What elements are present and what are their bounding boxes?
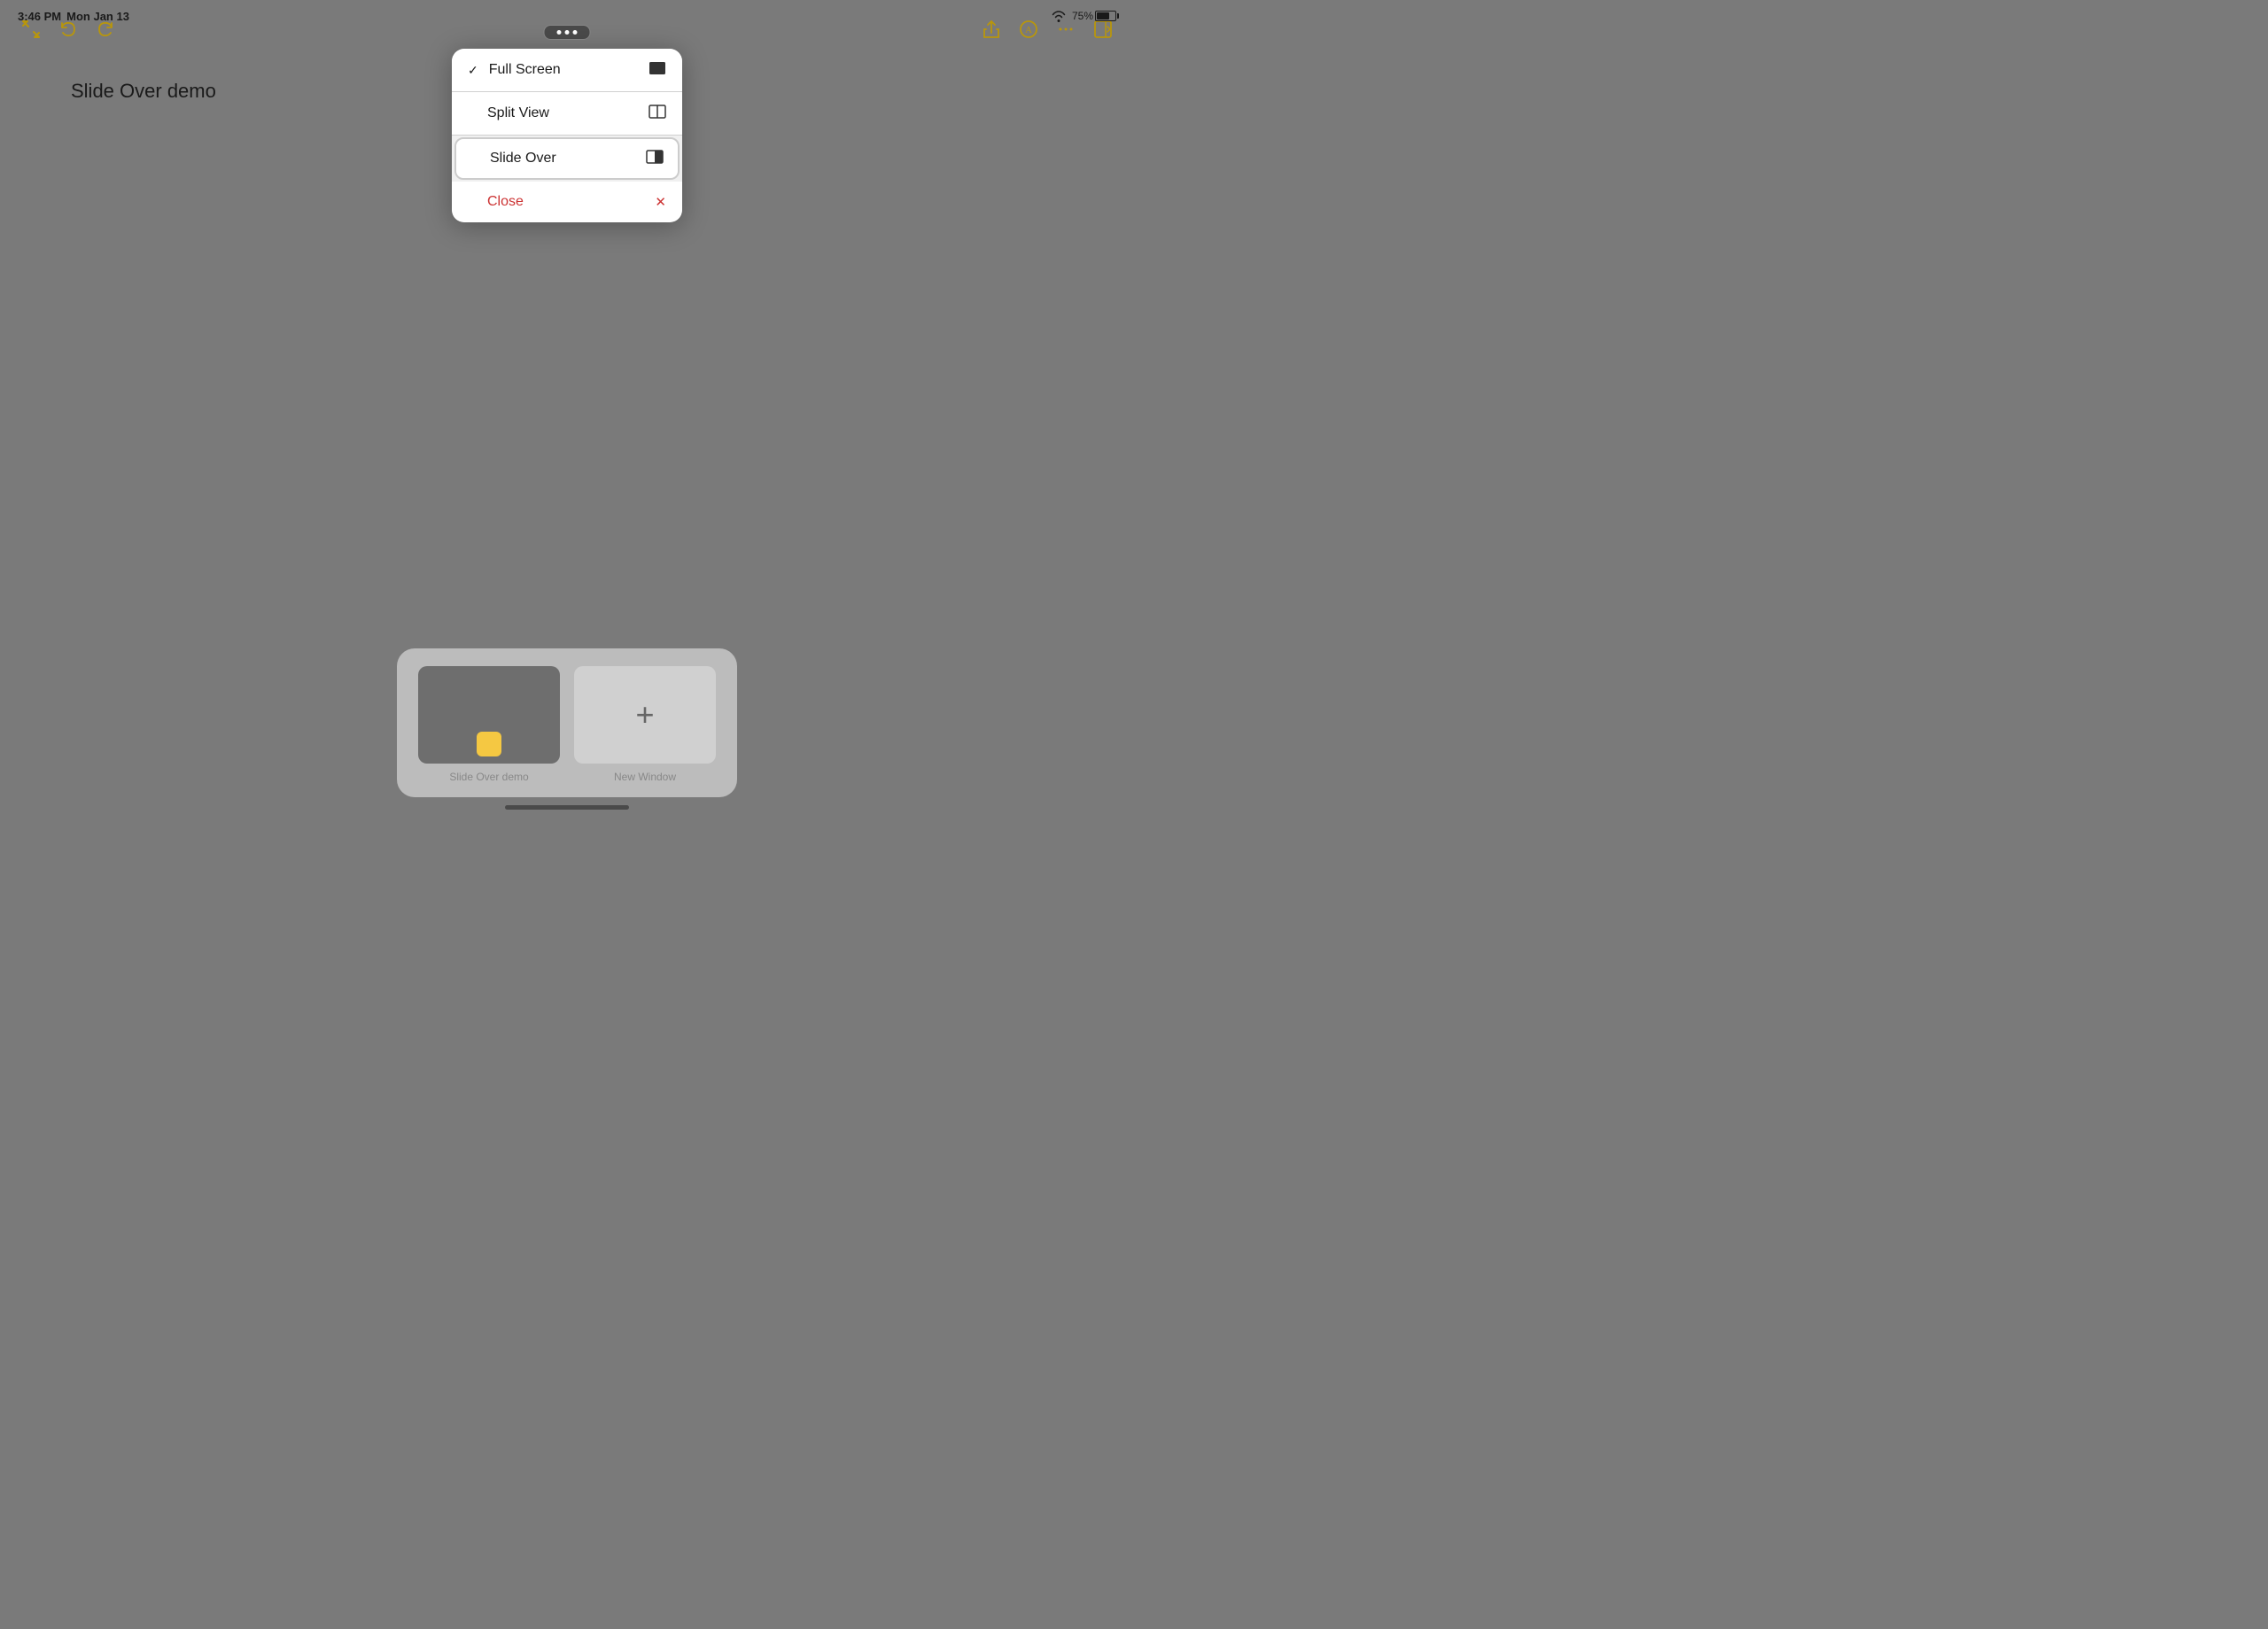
status-left: 3:46 PM Mon Jan 13 bbox=[18, 10, 129, 23]
checkmark-icon: ✓ bbox=[468, 63, 478, 78]
plus-icon: + bbox=[635, 696, 654, 733]
full-screen-icon bbox=[649, 61, 666, 79]
menu-item-split-view-left: Split View bbox=[468, 105, 549, 121]
split-view-label: Split View bbox=[487, 105, 549, 121]
battery-display: 75% bbox=[1072, 10, 1116, 22]
window-new-button[interactable]: + bbox=[574, 666, 716, 764]
status-right: 75% bbox=[1051, 10, 1116, 22]
dropdown-menu: ✓ Full Screen Split View Slide Over bbox=[452, 49, 682, 222]
note-title: Slide Over demo bbox=[71, 80, 216, 103]
slide-over-icon bbox=[646, 150, 664, 167]
menu-item-close-left: Close bbox=[468, 194, 524, 210]
battery-icon bbox=[1095, 11, 1116, 21]
battery-fill bbox=[1097, 12, 1109, 19]
battery-percent: 75% bbox=[1072, 10, 1093, 22]
wifi-icon bbox=[1051, 10, 1067, 22]
window-preview-current bbox=[418, 666, 560, 764]
full-screen-label: Full Screen bbox=[489, 62, 561, 78]
window-switcher: Slide Over demo + New Window bbox=[397, 648, 737, 797]
split-view-icon bbox=[649, 105, 666, 122]
notes-icon-thumb bbox=[477, 732, 501, 756]
status-time: 3:46 PM bbox=[18, 10, 61, 23]
close-label: Close bbox=[487, 194, 524, 210]
status-bar: 3:46 PM Mon Jan 13 75% bbox=[0, 0, 1134, 32]
menu-item-close[interactable]: Close ✕ bbox=[452, 182, 682, 222]
menu-item-slide-over-left: Slide Over bbox=[470, 151, 556, 167]
menu-item-full-screen[interactable]: ✓ Full Screen bbox=[452, 49, 682, 92]
menu-item-slide-over[interactable]: Slide Over bbox=[454, 137, 680, 180]
close-x-icon: ✕ bbox=[655, 194, 666, 210]
slide-over-label: Slide Over bbox=[490, 151, 556, 167]
window-preview-inner bbox=[418, 666, 560, 764]
home-indicator bbox=[505, 805, 629, 810]
window-thumb-current[interactable]: Slide Over demo bbox=[418, 666, 560, 783]
menu-item-split-view[interactable]: Split View bbox=[452, 92, 682, 136]
window-new-label: New Window bbox=[614, 771, 676, 783]
menu-item-full-screen-left: ✓ Full Screen bbox=[468, 62, 561, 78]
status-date: Mon Jan 13 bbox=[66, 10, 129, 23]
window-thumb-new[interactable]: + New Window bbox=[574, 666, 716, 783]
window-current-label: Slide Over demo bbox=[449, 771, 528, 783]
